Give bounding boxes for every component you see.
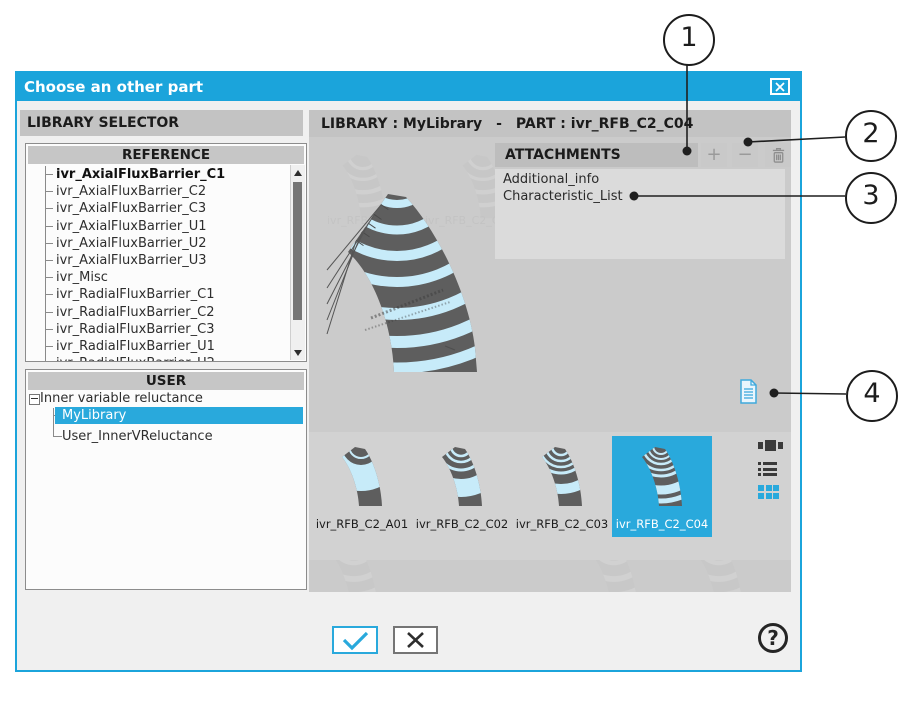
list-item[interactable]: ivr_RadialFluxBarrier_C2 [46, 304, 290, 321]
thumbnail-strip: ivr_RFB_C2_A01 ivr_RFB_C2_C02 [309, 432, 791, 560]
reference-listbox: REFERENCE ivr_AxialFluxBarrier_C1 ivr_Ax… [25, 143, 307, 362]
thumbnail-ivr-rfb-c2-c04[interactable]: ivr_RFB_C2_C04 [612, 436, 712, 537]
plus-icon: + [706, 143, 721, 167]
attachments-header: ATTACHMENTS [495, 143, 698, 167]
collapse-icon[interactable] [29, 394, 40, 405]
list-item[interactable]: ivr_RadialFluxBarrier_U2 [46, 355, 290, 361]
part-thumbnail-image [435, 444, 489, 512]
attachment-add-button[interactable]: + [701, 143, 727, 167]
scroll-up-icon[interactable] [291, 166, 304, 179]
thumbnail-label: ivr_RFB_C2_C02 [416, 517, 508, 531]
part-detail-panel: LIBRARY : MyLibrary - PART : ivr_RFB_C2_… [309, 110, 791, 592]
dialog-titlebar: Choose an other part [17, 73, 800, 101]
list-item[interactable]: ivr_AxialFluxBarrier_U2 [46, 235, 290, 252]
list-item[interactable]: ivr_Misc [46, 269, 290, 286]
part-label: PART : ivr_RFB_C2_C04 [516, 116, 693, 132]
list-item[interactable]: ivr_RadialFluxBarrier_U1 [46, 338, 290, 355]
reference-list: ivr_AxialFluxBarrier_C1 ivr_AxialFluxBar… [45, 166, 290, 361]
thumbnail-ivr-rfb-c2-a01[interactable]: ivr_RFB_C2_A01 [312, 436, 412, 537]
ok-button[interactable] [332, 626, 378, 654]
x-icon [395, 628, 436, 652]
thumbnail-label: ivr_RFB_C2_C03 [516, 517, 608, 531]
callout-number: 3 [862, 180, 879, 211]
reference-header: REFERENCE [28, 146, 304, 164]
view-list-icon[interactable] [758, 462, 777, 479]
attachment-item[interactable]: Additional_info [503, 172, 785, 189]
close-button[interactable] [770, 78, 790, 95]
reference-scrollbar[interactable] [290, 165, 305, 360]
document-icon[interactable] [739, 379, 758, 404]
trash-icon [771, 147, 786, 164]
attachment-remove-button[interactable]: − [732, 143, 758, 167]
thumbnail-ivr-rfb-c2-c02[interactable]: ivr_RFB_C2_C02 [412, 436, 512, 537]
tree-rail [53, 408, 54, 436]
part-thumbnail-image [535, 444, 589, 512]
help-button[interactable]: ? [758, 623, 788, 653]
tree-stub [53, 436, 62, 437]
check-icon [334, 628, 376, 652]
minus-icon: − [737, 143, 752, 167]
part-header: LIBRARY : MyLibrary - PART : ivr_RFB_C2_… [309, 110, 791, 137]
list-item[interactable]: ivr_AxialFluxBarrier_C3 [46, 200, 290, 217]
choose-part-dialog: Choose an other part LIBRARY SELECTOR RE… [15, 71, 802, 672]
dialog-title: Choose an other part [24, 73, 203, 101]
scroll-down-icon[interactable] [291, 346, 304, 359]
view-carousel-icon[interactable] [758, 440, 783, 451]
callout-number: 2 [862, 118, 879, 149]
header-separator: - [496, 116, 502, 132]
tree-root-label[interactable]: Inner variable reluctance [40, 390, 203, 407]
thumbnail-ivr-rfb-c2-c03[interactable]: ivr_RFB_C2_C03 [512, 436, 612, 537]
list-item[interactable]: ivr_RadialFluxBarrier_C1 [46, 286, 290, 303]
scrollbar-thumb[interactable] [293, 182, 302, 320]
library-label: LIBRARY : MyLibrary [321, 116, 482, 132]
question-mark: ? [767, 626, 779, 650]
library-selector-header: LIBRARY SELECTOR [20, 110, 303, 136]
thumbnail-label: ivr_RFB_C2_A01 [316, 517, 408, 531]
attachment-item[interactable]: Characteristic_List [503, 189, 785, 206]
list-item[interactable]: ivr_RadialFluxBarrier_C3 [46, 321, 290, 338]
list-item[interactable]: ivr_AxialFluxBarrier_U1 [46, 218, 290, 235]
callout-2: 2 [845, 110, 897, 162]
callout-4: 4 [846, 370, 898, 422]
attachments-list: Additional_info Characteristic_List [495, 169, 785, 259]
attachment-delete-button[interactable] [765, 143, 791, 167]
user-header: USER [28, 372, 304, 390]
part-thumbnail-image [635, 444, 689, 512]
thumbnail-label: ivr_RFB_C2_C04 [616, 517, 708, 531]
tree-item-mylibrary[interactable]: MyLibrary [55, 407, 303, 424]
user-treebox: USER Inner variable reluctance MyLibrary… [25, 369, 307, 590]
tree-item-user-innervreluctance[interactable]: User_InnerVReluctance [62, 428, 213, 445]
close-icon [774, 82, 786, 92]
page: Choose an other part LIBRARY SELECTOR RE… [0, 0, 917, 703]
list-item[interactable]: ivr_AxialFluxBarrier_C2 [46, 183, 290, 200]
cancel-button[interactable] [393, 626, 438, 654]
view-grid-icon[interactable] [758, 485, 779, 499]
callout-3: 3 [845, 172, 897, 224]
callout-1: 1 [663, 14, 715, 66]
callout-number: 4 [863, 378, 880, 409]
callout-number: 1 [680, 22, 697, 53]
list-item[interactable]: ivr_AxialFluxBarrier_U3 [46, 252, 290, 269]
list-item[interactable]: ivr_AxialFluxBarrier_C1 [46, 166, 290, 183]
part-thumbnail-image [335, 444, 389, 512]
part-preview-image [325, 140, 478, 384]
